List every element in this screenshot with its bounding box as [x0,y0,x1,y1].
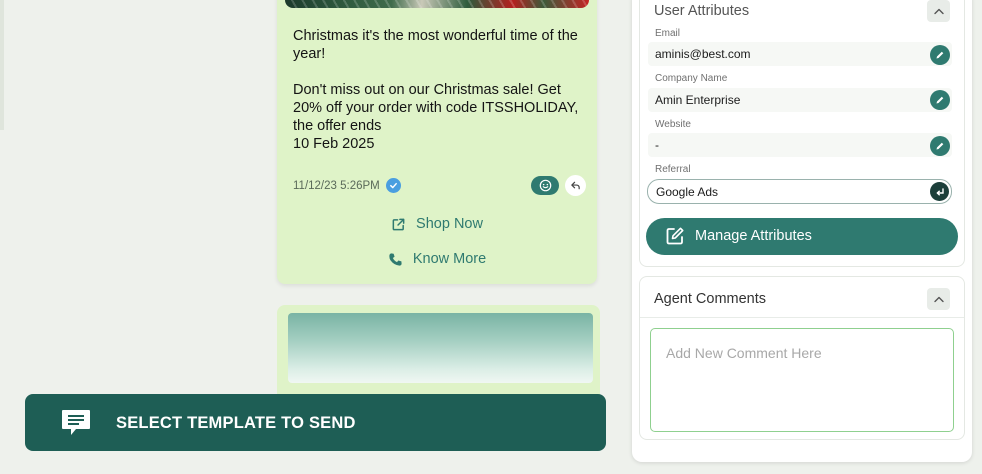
message-image[interactable] [285,0,589,8]
manage-attributes-button[interactable]: Manage Attributes [646,218,958,255]
left-divider [0,0,4,130]
message-text: Christmas it's the most wonderful time o… [293,28,579,152]
manage-attributes-label: Manage Attributes [695,228,812,244]
referral-label: Referral [655,164,691,175]
comment-placeholder: Add New Comment Here [666,345,822,361]
comment-textarea[interactable]: Add New Comment Here [650,328,954,432]
edit-company-name-button[interactable] [930,90,950,110]
pencil-icon [936,51,944,59]
add-reaction-button[interactable] [531,176,559,195]
shop-now-button[interactable]: Shop Now [277,216,597,232]
message-timestamp: 11/12/23 5:26PM [293,179,380,192]
select-template-button[interactable]: SELECT TEMPLATE TO SEND [25,394,606,451]
chat-bubble-icon [62,410,90,435]
reply-icon [571,181,580,190]
shop-now-label: Shop Now [416,216,483,232]
collapse-user-attributes-button[interactable] [927,0,950,22]
website-value: - [648,133,952,157]
select-template-label: SELECT TEMPLATE TO SEND [116,414,356,432]
reply-button[interactable] [565,175,586,196]
verified-check-icon [385,178,401,193]
agent-comments-title: Agent Comments [654,291,767,307]
email-value: aminis@best.com [648,42,952,66]
website-label: Website [655,119,691,130]
chevron-up-icon [933,296,944,302]
user-attributes-title: User Attributes [654,3,750,19]
referral-input[interactable]: Google Ads [647,179,952,204]
message-bubble: Christmas it's the most wonderful time o… [277,0,597,284]
external-link-icon [392,218,405,230]
chat-area: Christmas it's the most wonderful time o… [0,0,630,474]
edit-website-button[interactable] [930,136,950,156]
divider [640,317,964,318]
company-name-value: Amin Enterprise [648,88,952,112]
enter-icon [936,187,944,195]
know-more-button[interactable]: Know More [277,251,597,267]
pencil-icon [936,96,944,104]
edit-email-button[interactable] [930,45,950,65]
chevron-up-icon [933,8,944,14]
save-referral-button[interactable] [930,182,949,201]
pencil-icon [936,142,944,150]
email-label: Email [655,28,681,39]
collapse-agent-comments-button[interactable] [927,288,950,310]
smiley-icon [539,179,551,192]
edit-square-icon [666,227,684,245]
know-more-label: Know More [412,251,487,267]
message-bubble [277,305,600,405]
phone-icon [389,252,402,266]
company-name-label: Company Name [655,73,728,84]
message-image[interactable] [288,313,593,383]
message-meta: 11/12/23 5:26PM [293,178,401,193]
